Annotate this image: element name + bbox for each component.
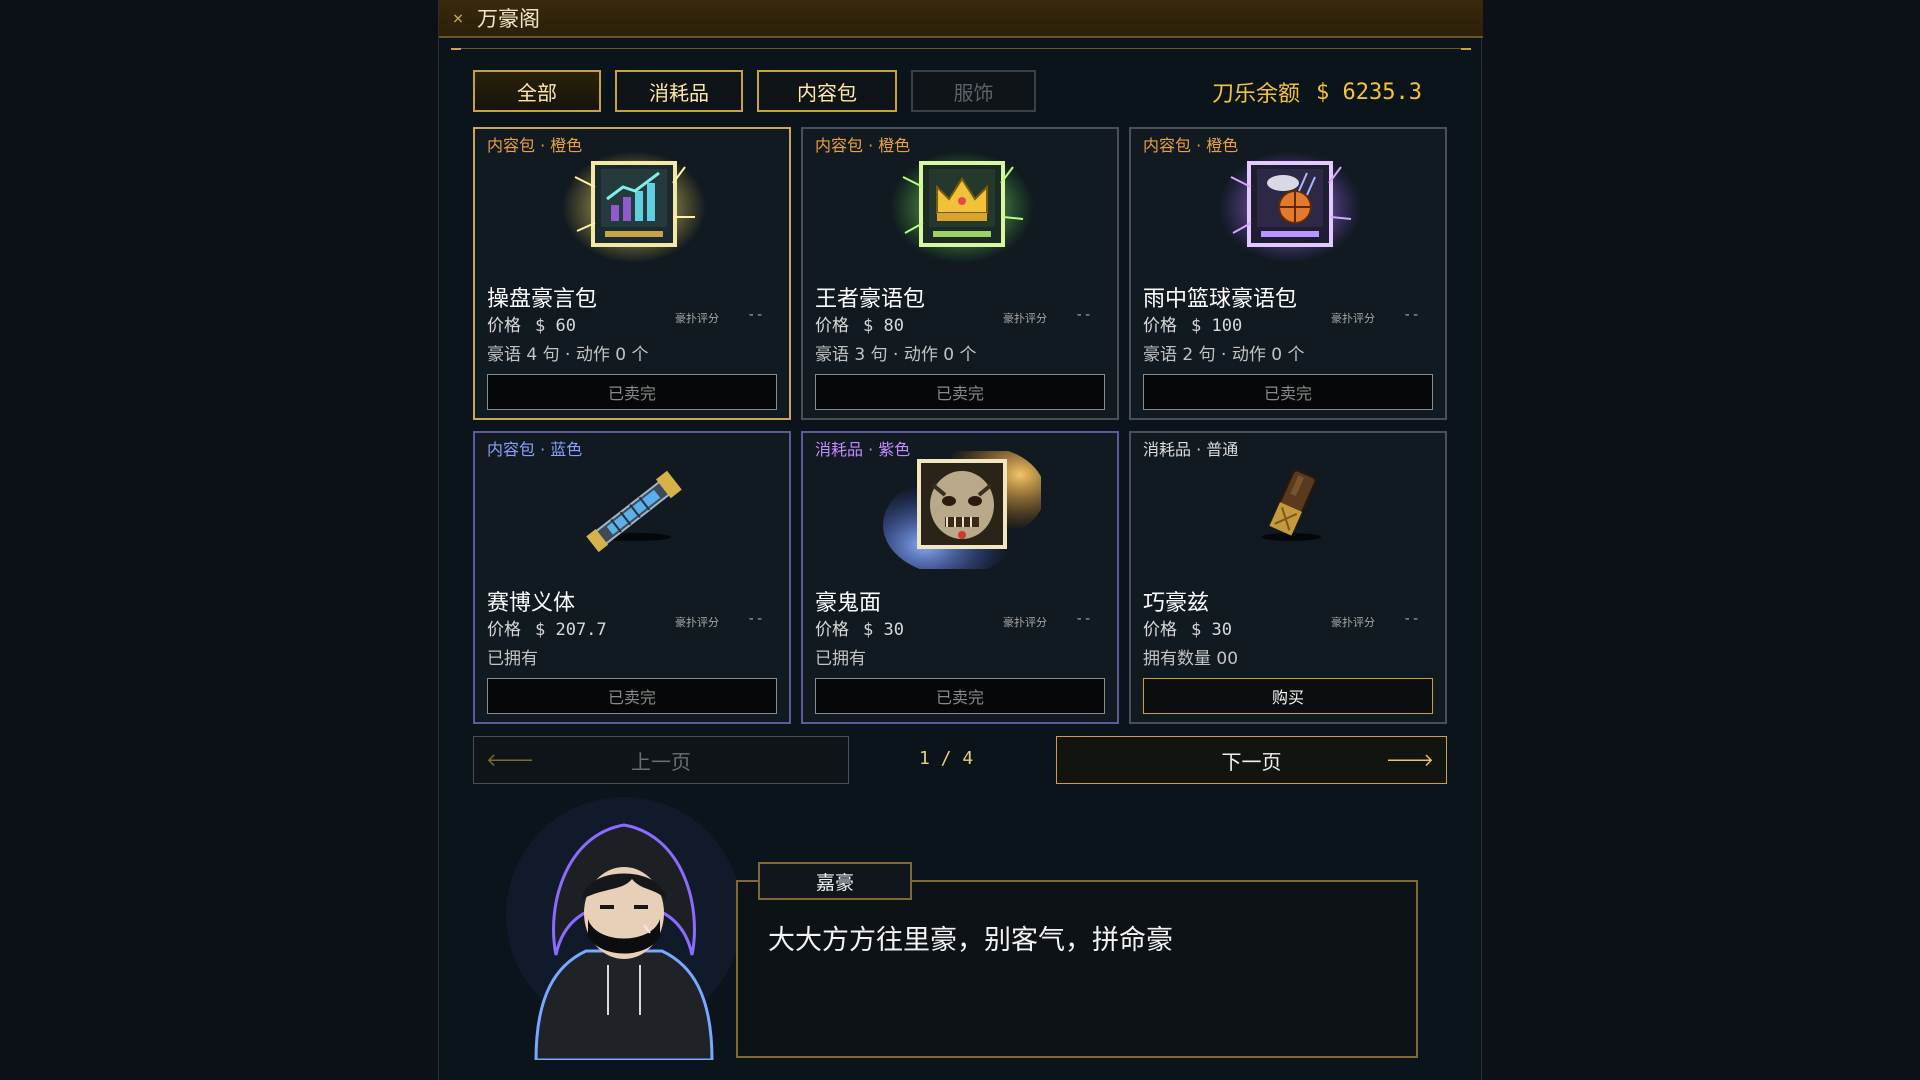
tab-costumes[interactable]: 服饰 [911,70,1036,112]
rating-label: 豪扑评分 [1331,312,1375,325]
item-info: 已拥有 [815,649,866,669]
item-price: 价格 $ 80 [815,316,904,336]
rating-value: -- [747,307,764,323]
window-title: 万豪阁 [477,7,540,31]
rating-value: -- [1403,611,1420,627]
balance-value: $ 6235.3 [1316,79,1422,105]
page-indicator: 1 / 4 [919,748,974,769]
pagination: 🡐 上一页 1 / 4 下一页 🡒 [473,736,1447,784]
chocolate-bar-icon [1261,469,1321,541]
item-info: 豪语 3 句 · 动作 0 个 [815,345,977,365]
currency-balance: 刀乐余额 $ 6235.3 [1212,76,1422,108]
rating-label: 豪扑评分 [675,312,719,325]
tab-content-packs[interactable]: 内容包 [757,70,897,112]
npc-avatar [506,797,742,1060]
speaker-name: 嘉豪 [758,862,912,900]
arrow-left-icon: 🡐 [486,749,535,771]
rating-value: -- [1075,307,1092,323]
rating-value: -- [1403,307,1420,323]
item-info: 已拥有 [487,649,538,669]
item-name: 豪鬼面 [815,591,882,616]
item-card[interactable]: 内容包 · 蓝色 赛博义体 价格 $ 207.7 豪扑评分 -- 已拥有 已卖完 [473,431,791,724]
buy-button[interactable]: 购买 [1143,678,1433,714]
title-bar: × 万豪阁 [439,0,1483,38]
rating-value: -- [1075,611,1092,627]
sold-out-button[interactable]: 已卖完 [815,678,1105,714]
sold-out-button[interactable]: 已卖完 [487,678,777,714]
rating-label: 豪扑评分 [1331,616,1375,629]
rating-value: -- [747,611,764,627]
rating-label: 豪扑评分 [1003,616,1047,629]
item-name: 巧豪兹 [1143,591,1210,616]
item-info: 拥有数量 00 [1143,649,1239,669]
basketball-rain-icon [1218,151,1362,263]
balance-label: 刀乐余额 [1212,82,1301,107]
item-name: 雨中篮球豪语包 [1143,287,1298,312]
item-card[interactable]: 消耗品 · 普通 巧豪兹 价格 $ 30 豪扑评分 -- 拥有数量 00 购买 [1129,431,1447,724]
stock-chart-icon [562,151,706,263]
rating-label: 豪扑评分 [675,616,719,629]
crown-icon [890,151,1034,263]
next-page-button[interactable]: 下一页 🡒 [1056,736,1447,784]
item-price: 价格 $ 100 [1143,316,1243,336]
item-price: 价格 $ 30 [1143,620,1232,640]
dialogue-text: 大大方方往里豪，别客气，拼命豪 [768,925,1173,956]
next-page-label: 下一页 [1221,749,1282,774]
item-name: 赛博义体 [487,591,576,616]
category-tabs: 全部 消耗品 内容包 服饰 [473,70,1050,112]
item-card[interactable]: 内容包 · 橙色 雨中篮球豪语包 价格 $ 100 豪扑评分 -- 豪语 2 句 … [1129,127,1447,420]
item-info: 豪语 2 句 · 动作 0 个 [1143,345,1305,365]
item-name: 操盘豪言包 [487,287,598,312]
item-price: 价格 $ 207.7 [487,620,607,640]
item-grid: 内容包 · 橙色 操盘豪言包 价格 $ 60 豪扑评分 -- 豪语 4 句 · 动… [473,127,1447,725]
tab-consumables[interactable]: 消耗品 [615,70,743,112]
item-card[interactable]: 内容包 · 橙色 操盘豪言包 价格 $ 60 豪扑评分 -- 豪语 4 句 · 动… [473,127,791,420]
prev-page-label: 上一页 [631,749,691,774]
oni-mask-icon [883,451,1041,569]
sold-out-button[interactable]: 已卖完 [487,374,777,410]
tab-all[interactable]: 全部 [473,70,601,112]
sold-out-button[interactable]: 已卖完 [1143,374,1433,410]
rating-label: 豪扑评分 [1003,312,1047,325]
prev-page-button[interactable]: 🡐 上一页 [473,736,849,784]
item-card[interactable]: 消耗品 · 紫色 豪鬼面 价格 $ 30 豪扑评分 -- 已拥有 已卖完 [801,431,1119,724]
dialogue-box [736,880,1418,1058]
item-info: 豪语 4 句 · 动作 0 个 [487,345,649,365]
item-name: 王者豪语包 [815,287,926,312]
item-price: 价格 $ 30 [815,620,904,640]
item-price: 价格 $ 60 [487,316,576,336]
sold-out-button[interactable]: 已卖完 [815,374,1105,410]
arrow-right-icon: 🡒 [1385,749,1434,771]
close-icon[interactable]: × [439,8,477,29]
cyber-arm-icon [586,470,682,553]
item-card[interactable]: 内容包 · 橙色 王者豪语包 价格 $ 80 豪扑评分 -- 豪语 3 句 · 动… [801,127,1119,420]
